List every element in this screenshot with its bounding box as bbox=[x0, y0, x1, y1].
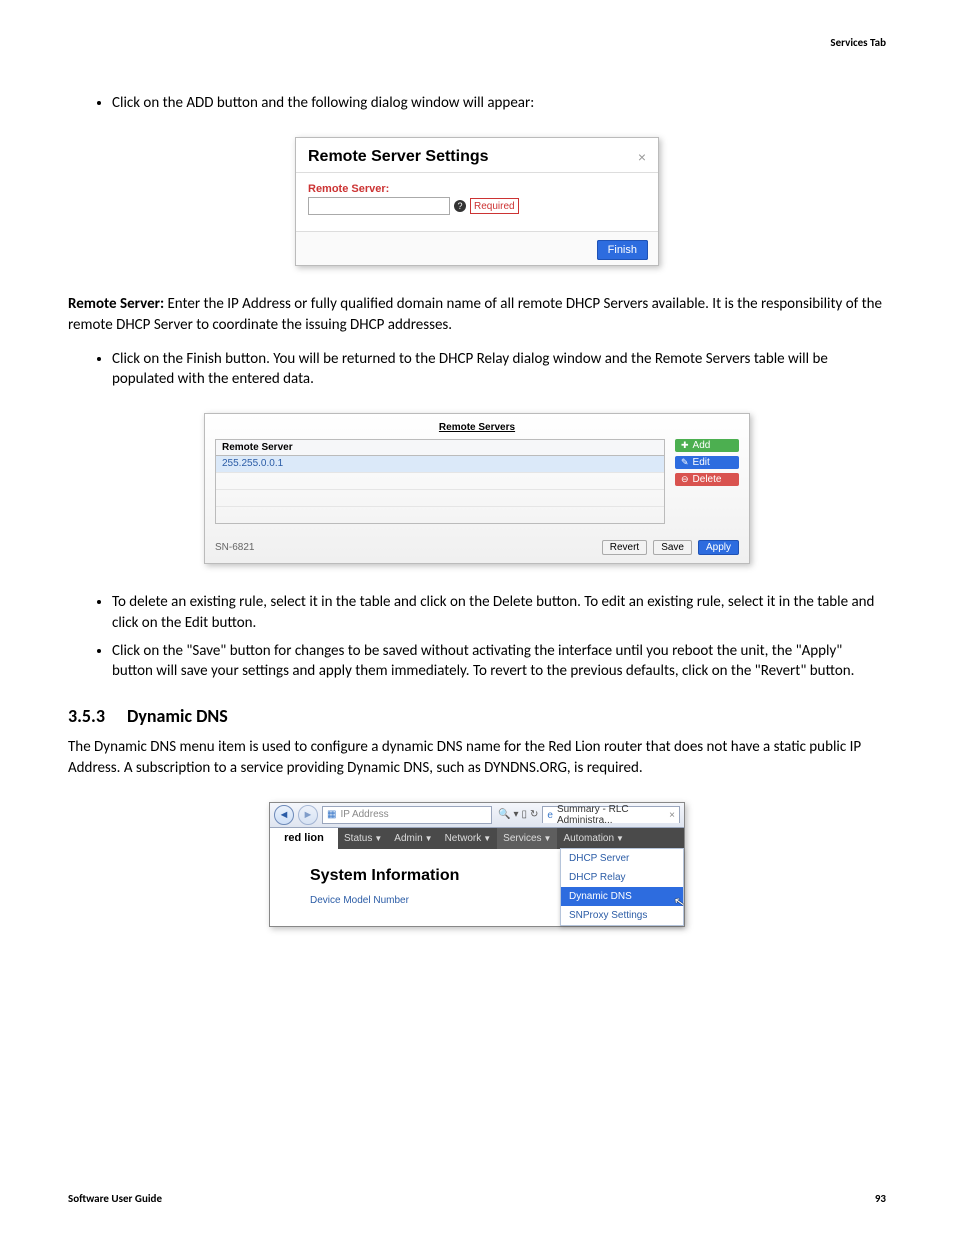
minus-icon: ⊖ bbox=[681, 474, 689, 485]
remote-servers-table-screenshot: Remote Servers Remote Server 255.255.0.0… bbox=[204, 413, 750, 564]
revert-button[interactable]: Revert bbox=[602, 540, 647, 555]
browser-screenshot: ◄ ► ▦ IP Address 🔍 ▾ ▯ ↻ e Summary - RLC… bbox=[269, 802, 685, 927]
back-button[interactable]: ◄ bbox=[274, 805, 294, 825]
table-row[interactable] bbox=[216, 507, 664, 523]
save-button[interactable]: Save bbox=[653, 540, 692, 555]
chevron-down-icon: ▼ bbox=[483, 834, 491, 843]
footer-left: Software User Guide bbox=[68, 1192, 162, 1205]
bullet-finish: Click on the Finish button. You will be … bbox=[112, 349, 886, 390]
section-paragraph: The Dynamic DNS menu item is used to con… bbox=[68, 737, 886, 778]
bullet-delete-edit: To delete an existing rule, select it in… bbox=[112, 592, 886, 633]
menu-network[interactable]: Network▼ bbox=[439, 828, 498, 849]
menu-status[interactable]: Status▼ bbox=[338, 828, 388, 849]
pencil-icon: ✎ bbox=[681, 457, 689, 468]
help-icon[interactable]: ? bbox=[454, 200, 466, 212]
dialog-title: Remote Server Settings bbox=[308, 148, 489, 166]
services-dropdown: DHCP Server DHCP Relay Dynamic DNS ↖ SNP… bbox=[560, 848, 684, 926]
section-title: Dynamic DNS bbox=[127, 705, 228, 727]
cursor-icon: ↖ bbox=[673, 893, 687, 911]
browser-tab[interactable]: e Summary - RLC Administra... × bbox=[542, 806, 680, 823]
delete-button[interactable]: ⊖Delete bbox=[675, 473, 739, 486]
dd-dynamic-dns[interactable]: Dynamic DNS ↖ bbox=[561, 887, 683, 906]
menu-services[interactable]: Services▼ bbox=[497, 828, 557, 849]
dd-snproxy[interactable]: SNProxy Settings bbox=[561, 906, 683, 925]
chevron-down-icon: ▼ bbox=[374, 834, 382, 843]
remote-server-description: Remote Server: Enter the IP Address or f… bbox=[68, 294, 886, 335]
remote-server-input[interactable] bbox=[308, 197, 450, 215]
page-icon: ▦ bbox=[327, 809, 336, 820]
apply-button[interactable]: Apply bbox=[698, 540, 739, 555]
device-model-label: Device Model Number bbox=[310, 895, 548, 906]
compat-icon[interactable]: ▯ bbox=[521, 809, 527, 820]
bullet-add: Click on the ADD button and the followin… bbox=[112, 93, 886, 113]
remote-server-label: Remote Server: bbox=[308, 183, 646, 195]
page-number: 93 bbox=[875, 1192, 886, 1205]
chevron-down-icon: ▼ bbox=[425, 834, 433, 843]
system-information-heading: System Information bbox=[310, 867, 548, 885]
section-number: 3.5.3 bbox=[68, 705, 105, 727]
plus-icon: ✚ bbox=[681, 440, 689, 451]
table-header: Remote Server bbox=[216, 440, 664, 456]
required-badge: Required bbox=[470, 198, 519, 214]
dropdown-icon[interactable]: ▾ bbox=[513, 809, 518, 820]
forward-button[interactable]: ► bbox=[298, 805, 318, 825]
table-row[interactable]: 255.255.0.0.1 bbox=[216, 456, 664, 473]
finish-button[interactable]: Finish bbox=[597, 240, 648, 260]
table-row[interactable] bbox=[216, 473, 664, 490]
tab-title: Summary - RLC Administra... bbox=[557, 804, 665, 826]
address-bar[interactable]: ▦ IP Address bbox=[322, 806, 492, 824]
refresh-icon[interactable]: ↻ bbox=[530, 809, 538, 820]
page-header: Services Tab bbox=[68, 36, 886, 49]
section-heading: 3.5.3 Dynamic DNS bbox=[68, 705, 886, 727]
ie-icon: e bbox=[547, 810, 553, 821]
dd-dhcp-relay[interactable]: DHCP Relay bbox=[561, 868, 683, 887]
remote-servers-grid[interactable]: Remote Server 255.255.0.0.1 bbox=[215, 439, 665, 524]
table-row[interactable] bbox=[216, 490, 664, 507]
address-text: IP Address bbox=[340, 809, 388, 820]
dd-dhcp-server[interactable]: DHCP Server bbox=[561, 849, 683, 868]
chevron-down-icon: ▼ bbox=[544, 834, 552, 843]
close-icon[interactable]: × bbox=[638, 150, 646, 164]
menu-admin[interactable]: Admin▼ bbox=[388, 828, 438, 849]
chevron-down-icon: ▼ bbox=[616, 834, 624, 843]
serial-number: SN-6821 bbox=[215, 542, 596, 553]
remote-server-dialog: Remote Server Settings × Remote Server: … bbox=[295, 137, 659, 266]
bullet-save-apply-revert: Click on the "Save" button for changes t… bbox=[112, 641, 886, 682]
edit-button[interactable]: ✎Edit bbox=[675, 456, 739, 469]
search-icon[interactable]: 🔍 bbox=[498, 809, 510, 820]
menu-automation[interactable]: Automation▼ bbox=[557, 828, 630, 849]
tab-close-icon[interactable]: × bbox=[669, 810, 675, 821]
brand-logo: red lion bbox=[270, 828, 338, 849]
table-title: Remote Servers bbox=[215, 422, 739, 433]
add-button[interactable]: ✚Add bbox=[675, 439, 739, 452]
